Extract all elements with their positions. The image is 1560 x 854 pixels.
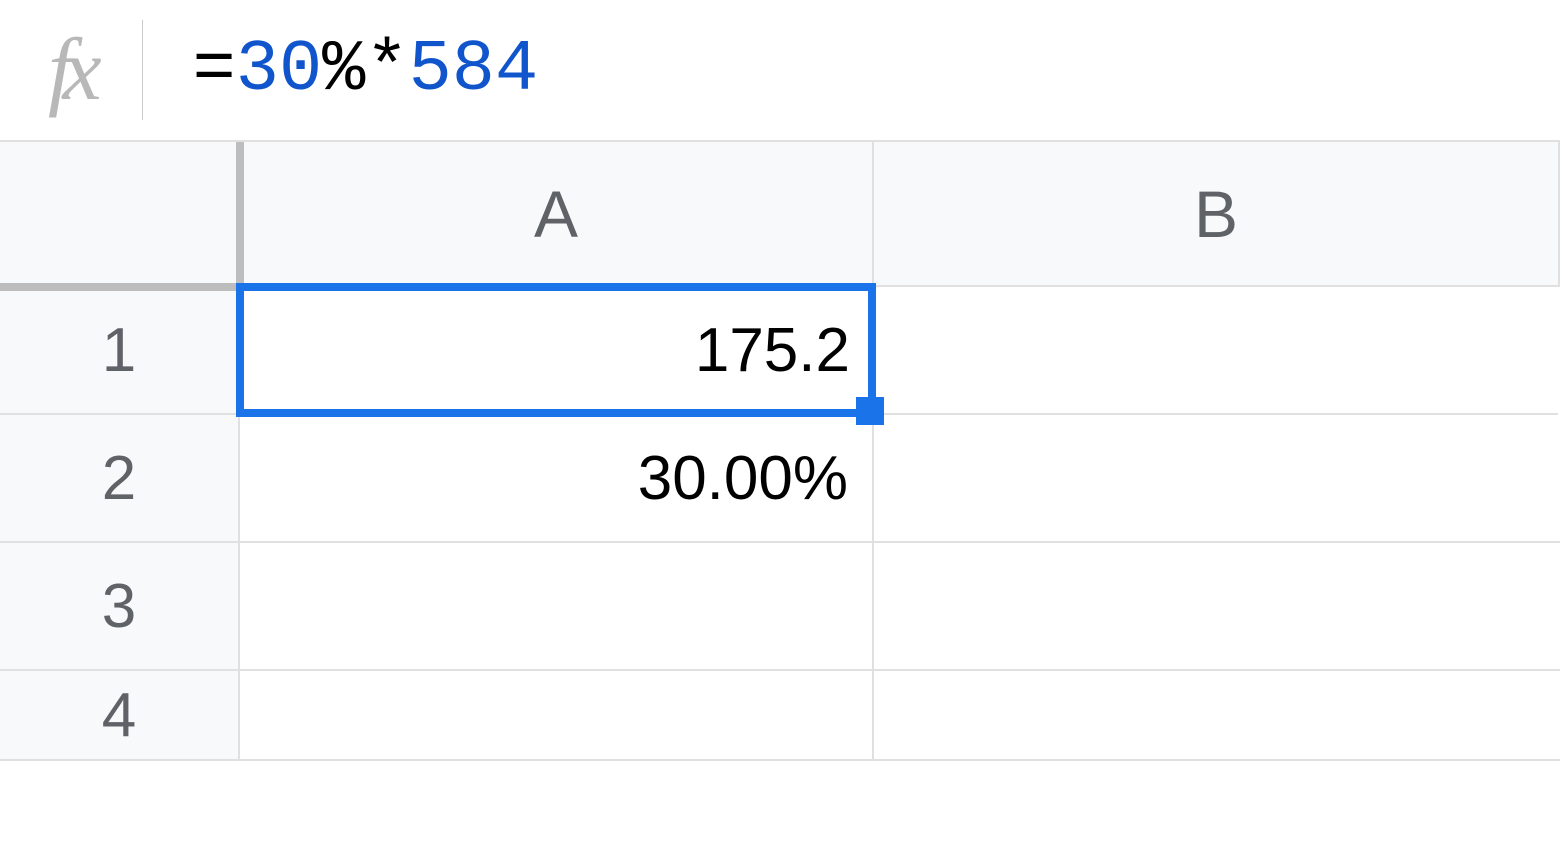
fx-icon: fx [48,20,142,121]
row-1: 1 175.2 [0,287,1560,415]
select-all-corner[interactable] [0,142,240,287]
cell-A1-value: 175.2 [695,315,850,386]
formula-token-2: 584 [409,29,539,111]
cell-B2[interactable] [874,415,1560,543]
column-header-row: A B [0,142,1560,287]
cell-A2[interactable]: 30.00% [240,415,874,543]
column-header-A[interactable]: A [240,142,874,287]
formula-bar: fx = 30 %* 584 [0,0,1560,140]
formula-token-0: 30 [236,29,322,111]
row-2: 2 30.00% [0,415,1560,543]
row-3: 3 [0,543,1560,671]
row-header-1[interactable]: 1 [0,287,240,415]
formula-equals: = [193,29,236,111]
row-header-3[interactable]: 3 [0,543,240,671]
formula-divider [142,20,143,120]
cell-B4[interactable] [874,671,1560,761]
cell-B3[interactable] [874,543,1560,671]
cell-B1[interactable] [872,287,1558,415]
formula-token-1: %* [322,29,408,111]
spreadsheet-grid: A B 1 175.2 2 30.00% 3 4 [0,140,1560,799]
cell-A3[interactable] [240,543,874,671]
formula-input[interactable]: = 30 %* 584 [193,29,539,111]
row-header-4[interactable]: 4 [0,671,240,761]
fill-handle[interactable] [856,397,884,425]
column-header-B[interactable]: B [874,142,1560,287]
cell-A1[interactable]: 175.2 [236,283,876,417]
row-4: 4 [0,671,1560,799]
cell-A2-value: 30.00% [638,443,848,514]
row-header-2[interactable]: 2 [0,415,240,543]
cell-A4[interactable] [240,671,874,761]
